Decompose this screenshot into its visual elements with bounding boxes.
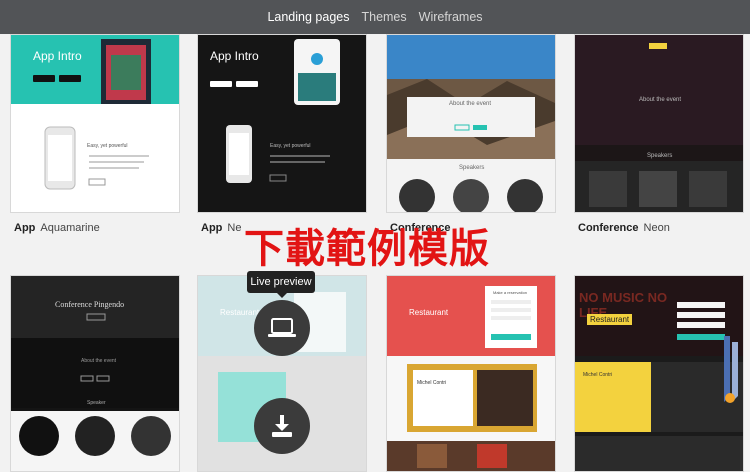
card-caption-app-aquamarine: App Aquamarine (14, 222, 100, 234)
hero-title: App Intro (210, 49, 259, 63)
template-card-app-neon[interactable]: App Intro Easy, yet powerful (197, 34, 367, 213)
section-heading: About the event (449, 101, 492, 107)
card-caption-conference-neon: Conference Neon (578, 222, 670, 234)
hero-subtext: Easy, yet powerful (270, 143, 311, 149)
nav-wireframes[interactable]: Wireframes (419, 10, 483, 24)
template-card-conference-pingendo[interactable]: Conference Pingendo About the event Spea… (10, 275, 180, 472)
template-card-restaurant-red[interactable]: Restaurant Make a reservation Michel Con… (386, 275, 556, 472)
top-nav-bar: Landing pages Themes Wireframes (0, 0, 750, 34)
section-heading: About the event (81, 358, 117, 364)
hero-subtext: Easy, yet powerful (87, 143, 128, 149)
speakers-heading: Speakers (647, 153, 673, 159)
live-preview-button[interactable] (254, 300, 310, 356)
template-card-app-aquamarine[interactable]: App Intro Easy, yet powerful (10, 34, 180, 213)
side-logo-icon (724, 336, 738, 403)
download-button[interactable] (254, 398, 310, 454)
conference-neon-thumbnail (575, 35, 743, 212)
laptop-icon (268, 318, 296, 337)
live-preview-tooltip: Live preview (247, 271, 315, 298)
chef-name: Michel Contri (583, 372, 613, 378)
template-card-conference-neon[interactable]: About the event Speakers (574, 34, 744, 213)
hero-title: Conference Pingendo (55, 300, 125, 309)
chef-name: Michel Contri (417, 380, 447, 386)
hero-title: Restaurant (220, 308, 260, 317)
download-templates-overlay-title: 下載範例模版 (244, 226, 490, 272)
reservation-form-title: Make a reservation (493, 290, 528, 295)
template-card-conference-wood[interactable]: About the event Speakers (386, 34, 556, 213)
hero-title: Restaurant (587, 314, 633, 325)
hero-title: Restaurant (409, 308, 449, 317)
restaurant-red-thumbnail (387, 276, 555, 471)
speakers-heading: Speaker (87, 400, 106, 406)
speakers-heading: Speakers (459, 165, 485, 171)
hero-title: App Intro (33, 49, 82, 63)
conference-wood-thumbnail (387, 35, 555, 212)
nav-themes[interactable]: Themes (361, 10, 406, 24)
section-heading: About the event (639, 97, 682, 103)
nav-landing-pages[interactable]: Landing pages (267, 10, 349, 24)
download-icon (272, 415, 292, 437)
card-caption-app-neon: App Ne (201, 222, 242, 234)
